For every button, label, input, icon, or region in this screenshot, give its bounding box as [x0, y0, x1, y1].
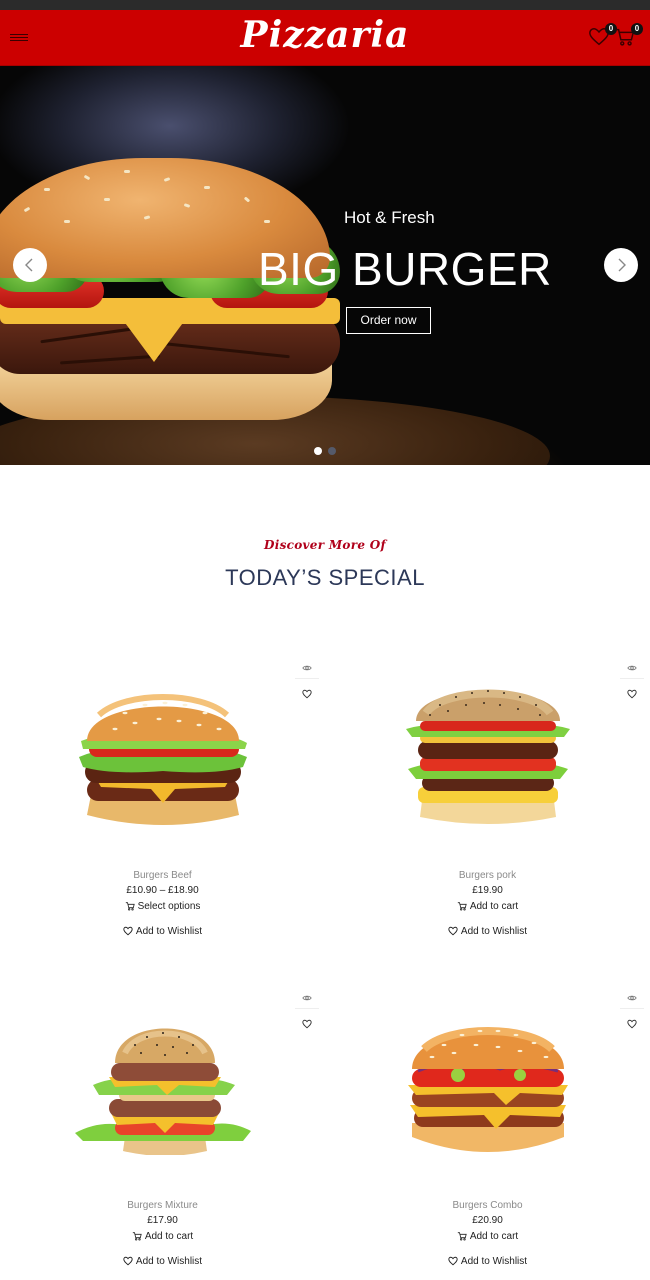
product-action-label: Select options: [137, 901, 201, 912]
wishlist-heart-icon[interactable]: [295, 683, 319, 705]
add-to-wishlist-button[interactable]: Add to Wishlist: [325, 1256, 650, 1267]
add-to-cart-button[interactable]: Add to cart: [325, 901, 650, 912]
wishlist-heart-icon[interactable]: 0: [588, 23, 617, 48]
product-name[interactable]: Burgers pork: [325, 870, 650, 881]
wishlist-heart-icon[interactable]: [620, 1013, 644, 1035]
product-action-label: Add to cart: [469, 901, 519, 912]
product-card: Burgers Mixture £17.90 Add to cart Add t…: [0, 985, 325, 1280]
quick-view-eye-icon[interactable]: [295, 657, 319, 679]
product-name[interactable]: Burgers Beef: [0, 870, 325, 881]
wishlist-label: Add to Wishlist: [460, 1256, 528, 1267]
hero-title: BIG BURGER: [258, 243, 552, 295]
product-name[interactable]: Burgers Combo: [325, 1200, 650, 1211]
wishlist-heart-icon[interactable]: [620, 683, 644, 705]
quick-view-eye-icon[interactable]: [620, 657, 644, 679]
slider-prev-button[interactable]: [13, 248, 47, 282]
add-to-wishlist-button[interactable]: Add to Wishlist: [0, 1256, 325, 1267]
product-action-label: Add to cart: [144, 1231, 194, 1242]
cart-icon: [457, 1232, 467, 1241]
add-to-wishlist-button[interactable]: Add to Wishlist: [325, 926, 650, 937]
status-strip: [0, 0, 650, 10]
heart-icon: [448, 926, 458, 936]
chevron-left-icon: [25, 258, 33, 272]
cart-count-badge: 0: [631, 23, 643, 35]
product-card: Burgers pork £19.90 Add to cart Add to W…: [325, 655, 650, 975]
hero-slider: Hot & Fresh BIG BURGER Order now: [0, 66, 650, 465]
slider-next-button[interactable]: [604, 248, 638, 282]
section-kicker: Discover More Of: [264, 538, 386, 552]
cart-icon: [125, 902, 135, 911]
heart-icon: [123, 926, 133, 936]
product-action-label: Add to cart: [469, 1231, 519, 1242]
product-image-burgers-pork[interactable]: [400, 675, 576, 825]
hero-subtitle: Hot & Fresh: [344, 208, 435, 227]
quick-view-eye-icon[interactable]: [620, 987, 644, 1009]
heart-icon: [448, 1256, 458, 1266]
cart-icon[interactable]: 0: [614, 23, 643, 48]
wishlist-label: Add to Wishlist: [135, 926, 203, 937]
add-to-wishlist-button[interactable]: Add to Wishlist: [0, 926, 325, 937]
add-to-cart-button[interactable]: Add to cart: [0, 1231, 325, 1242]
cart-icon: [132, 1232, 142, 1241]
product-price: £10.90 – £18.90: [126, 885, 199, 896]
product-card: Burgers Combo £20.90 Add to cart Add to …: [325, 985, 650, 1280]
slider-dot-1[interactable]: [314, 447, 322, 455]
chevron-right-icon: [618, 258, 626, 272]
quick-view-eye-icon[interactable]: [295, 987, 319, 1009]
order-now-button[interactable]: Order now: [346, 307, 431, 334]
product-image-burgers-mixture[interactable]: [75, 1005, 251, 1155]
product-name[interactable]: Burgers Mixture: [0, 1200, 325, 1211]
product-image-burgers-combo[interactable]: [400, 1005, 576, 1155]
section-title: TODAY’S SPECIAL: [225, 565, 425, 590]
site-logo[interactable]: Pizzaria: [0, 14, 650, 56]
slider-dot-2[interactable]: [328, 447, 336, 455]
heart-icon: [123, 1256, 133, 1266]
product-image-burgers-beef[interactable]: [75, 675, 251, 825]
cart-icon: [457, 902, 467, 911]
product-price: £20.90: [472, 1215, 503, 1226]
product-price: £19.90: [472, 885, 503, 896]
wishlist-label: Add to Wishlist: [460, 926, 528, 937]
select-options-button[interactable]: Select options: [0, 901, 325, 912]
site-header: Pizzaria 0 0: [0, 10, 650, 66]
wishlist-label: Add to Wishlist: [135, 1256, 203, 1267]
product-card: Burgers Beef £10.90 – £18.90 Select opti…: [0, 655, 325, 975]
product-price: £17.90: [147, 1215, 178, 1226]
add-to-cart-button[interactable]: Add to cart: [325, 1231, 650, 1242]
wishlist-heart-icon[interactable]: [295, 1013, 319, 1035]
